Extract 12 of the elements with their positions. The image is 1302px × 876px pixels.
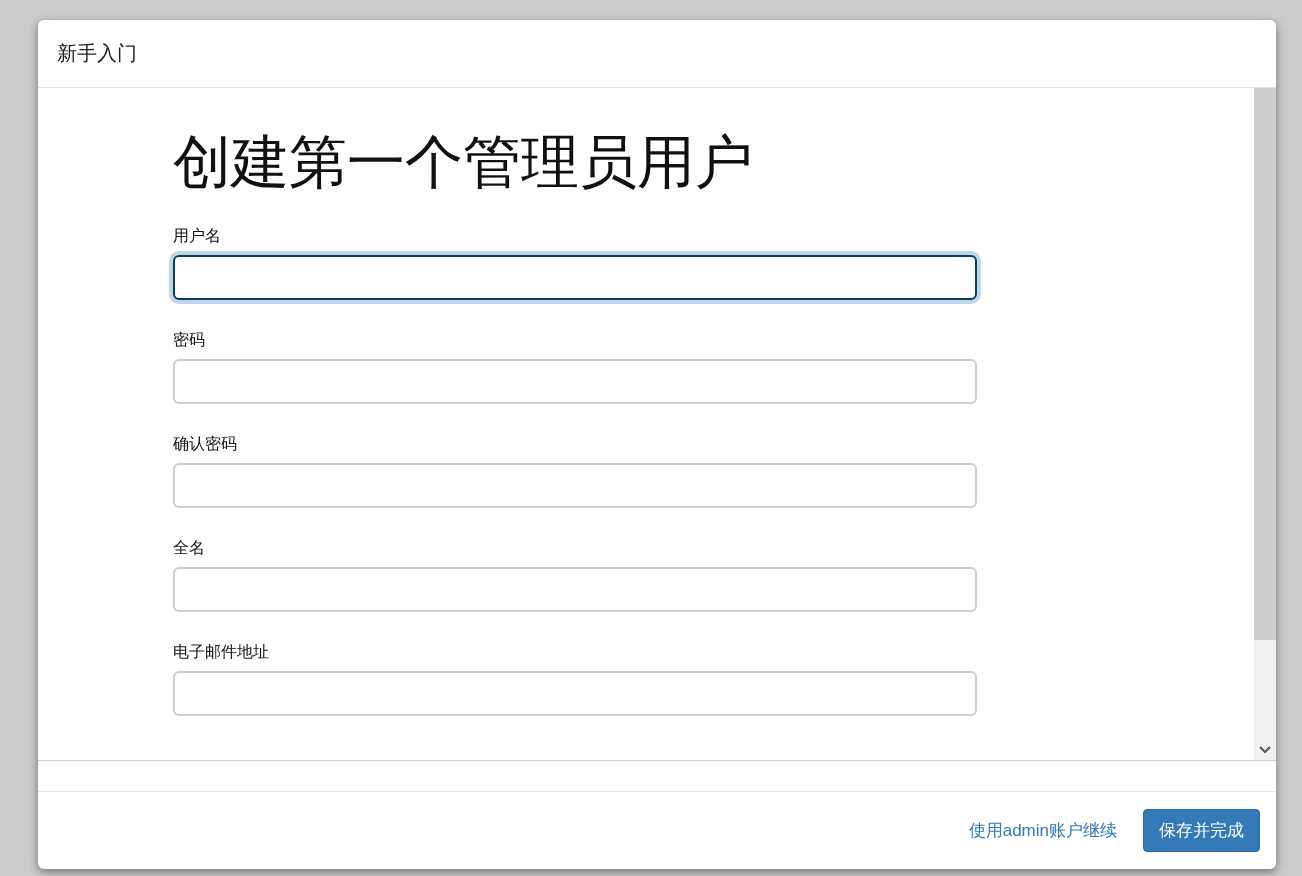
page-heading: 创建第一个管理员用户 bbox=[173, 128, 753, 196]
input-field[interactable] bbox=[173, 255, 977, 300]
dialog-title: 新手入门 bbox=[57, 41, 137, 66]
save-and-finish-button[interactable]: 保存并完成 bbox=[1143, 809, 1260, 852]
scrollbar[interactable] bbox=[1254, 88, 1276, 760]
chevron-down-icon[interactable] bbox=[1259, 746, 1271, 754]
field-label: 用户名 bbox=[173, 226, 221, 246]
field-label: 全名 bbox=[173, 538, 205, 558]
field-label: 电子邮件地址 bbox=[173, 642, 269, 662]
field-label: 密码 bbox=[173, 330, 205, 350]
field-label: 确认密码 bbox=[173, 434, 237, 454]
continue-as-admin-link[interactable]: 使用admin账户继续 bbox=[968, 819, 1117, 842]
